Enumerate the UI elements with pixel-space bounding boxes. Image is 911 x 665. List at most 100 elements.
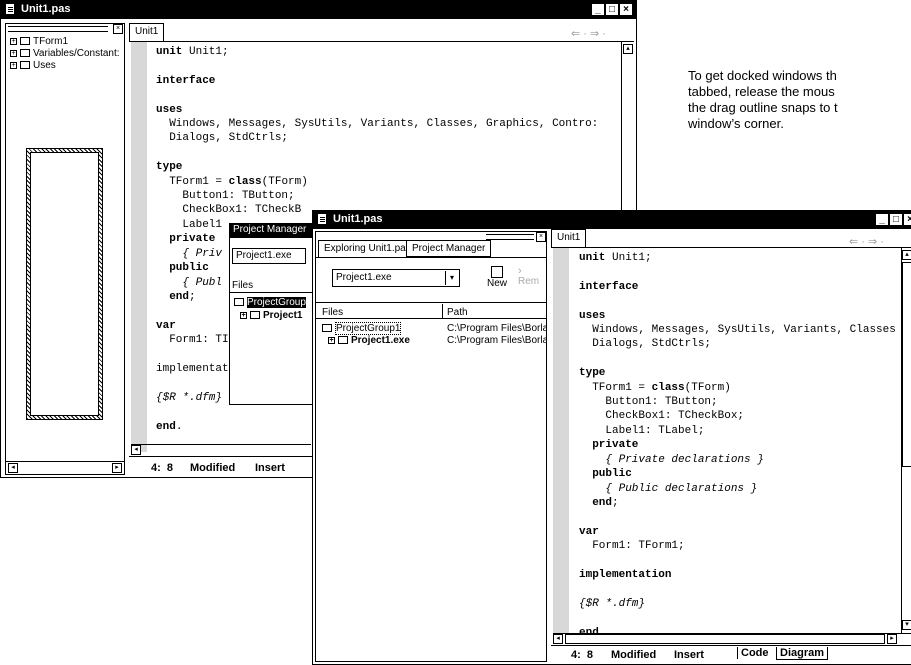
col-path-header[interactable]: Path — [447, 307, 468, 318]
code-line[interactable] — [579, 510, 896, 524]
code-line[interactable]: type — [579, 366, 896, 380]
code-line[interactable]: {$R *.dfm} — [579, 597, 896, 611]
tab-project-manager[interactable]: Project Manager — [406, 240, 492, 257]
pm-title-bar[interactable]: Project Manager — [230, 224, 320, 238]
scroll-left-icon[interactable]: ◂ — [8, 463, 18, 473]
project-combo[interactable]: Project1.exe ▾ — [332, 269, 460, 287]
scroll-up-icon[interactable]: ▴ — [902, 250, 911, 260]
code-line[interactable]: Dialogs, StdCtrls; — [156, 131, 598, 145]
scroll-left-icon[interactable]: ◂ — [553, 634, 563, 644]
code-line[interactable]: CheckBox1: TCheckBox; — [579, 409, 896, 423]
code-line[interactable] — [579, 352, 896, 366]
caption-line: window’s corner. — [688, 116, 784, 131]
maximize-button[interactable]: □ — [889, 213, 903, 226]
code-line[interactable]: public — [579, 467, 896, 481]
maximize-button[interactable]: □ — [605, 3, 619, 16]
code-line[interactable]: { Private declarations } — [579, 453, 896, 467]
front-status-position: 4: 8 — [571, 649, 594, 661]
code-line[interactable] — [579, 265, 896, 279]
code-line[interactable] — [579, 582, 896, 596]
pm-row-group[interactable]: ProjectGroup — [234, 297, 306, 308]
code-line[interactable] — [156, 59, 598, 73]
explorer-close-icon[interactable]: × — [113, 24, 123, 34]
back-nav-arrows[interactable]: ⇐ · ⇒ · — [571, 27, 606, 40]
code-line[interactable]: Button1: TButton; — [579, 395, 896, 409]
front-title-bar[interactable]: Unit1.pas _ □ × — [313, 211, 911, 229]
new-button[interactable]: New — [482, 266, 512, 289]
code-line[interactable]: interface — [156, 74, 598, 88]
scroll-up-icon[interactable]: ▴ — [623, 44, 633, 54]
tab-code[interactable]: Code — [737, 647, 772, 659]
row-name: Project1.exe — [351, 335, 410, 346]
tree-item-uses[interactable]: + Uses — [10, 60, 56, 71]
code-line[interactable]: var — [579, 525, 896, 539]
tab-exploring[interactable]: Exploring Unit1.pas — [318, 240, 417, 257]
tab-diagram[interactable]: Diagram — [776, 647, 829, 660]
code-line[interactable]: unit Unit1; — [579, 251, 896, 265]
pm-row-project1[interactable]: + Project1.exe — [328, 335, 410, 346]
tree-item-tform1[interactable]: + TForm1 — [10, 36, 68, 47]
expand-icon[interactable]: + — [10, 37, 17, 45]
hscroll-thumb[interactable] — [565, 634, 885, 644]
expand-icon[interactable]: + — [10, 61, 17, 69]
code-line[interactable]: end; — [579, 496, 896, 510]
scroll-down-icon[interactable]: ▾ — [902, 620, 911, 630]
code-line[interactable]: { Public declarations } — [579, 482, 896, 496]
explorer-grip[interactable] — [8, 26, 108, 32]
pane-grip[interactable] — [486, 234, 534, 240]
front-code[interactable]: unit Unit1; interface uses Windows, Mess… — [579, 251, 896, 640]
close-button[interactable]: × — [619, 3, 633, 16]
code-line[interactable]: uses — [579, 309, 896, 323]
scroll-thumb[interactable] — [902, 262, 911, 467]
front-status-insert: Insert — [674, 649, 704, 661]
pm-combo[interactable]: Project1.exe — [232, 248, 306, 264]
code-line[interactable] — [156, 146, 598, 160]
code-line[interactable]: Button1: TButton; — [156, 189, 598, 203]
front-vscroll[interactable]: ▴ ▾ — [901, 248, 911, 633]
scroll-right-icon[interactable]: ▸ — [887, 634, 897, 644]
code-line[interactable]: type — [156, 160, 598, 174]
code-line[interactable]: unit Unit1; — [156, 45, 598, 59]
pm-row-projectgroup1[interactable]: ProjectGroup1 — [322, 322, 402, 335]
back-title-bar[interactable]: Unit1.pas _ □ × — [1, 1, 636, 19]
chevron-right-icon: › — [518, 266, 522, 277]
code-line[interactable]: Label1: TLabel; — [579, 424, 896, 438]
scroll-right-icon[interactable]: ▸ — [112, 463, 122, 473]
code-line[interactable]: Dialogs, StdCtrls; — [579, 337, 896, 351]
code-line[interactable] — [579, 554, 896, 568]
minimize-button[interactable]: _ — [875, 213, 889, 226]
minimize-button[interactable]: _ — [591, 3, 605, 16]
close-button[interactable]: × — [903, 213, 911, 226]
scroll-left-icon[interactable]: ◂ — [131, 445, 141, 455]
back-editor-tab[interactable]: Unit1 — [129, 23, 165, 41]
pm-row-project[interactable]: + Project1 — [240, 310, 302, 321]
expand-icon[interactable]: + — [240, 311, 247, 319]
chevron-down-icon[interactable]: ▾ — [445, 271, 458, 285]
back-status-position: 4: 8 — [151, 462, 174, 474]
code-line[interactable]: private — [579, 438, 896, 452]
code-line[interactable]: uses — [156, 103, 598, 117]
front-hscroll[interactable]: ◂ ▸ — [553, 633, 911, 645]
explorer-hscroll[interactable]: ◂ ▸ — [6, 461, 124, 474]
col-files-header[interactable]: Files — [322, 307, 343, 318]
code-line[interactable]: Windows, Messages, SysUtils, Variants, C… — [579, 323, 896, 337]
remove-button[interactable]: › Rem — [518, 266, 546, 287]
front-editor-tab[interactable]: Unit1 — [551, 229, 587, 247]
tree-item-variables[interactable]: + Variables/Constant: — [10, 48, 120, 59]
code-line[interactable]: TForm1 = class(TForm) — [579, 381, 896, 395]
back-hscroll[interactable]: ◂ — [131, 444, 311, 456]
code-line[interactable]: interface — [579, 280, 896, 294]
document-icon — [5, 3, 15, 15]
expand-icon[interactable]: + — [10, 49, 17, 57]
code-line[interactable]: Form1: TForm1; — [579, 539, 896, 553]
drag-outline-inner — [30, 152, 99, 416]
code-line[interactable] — [579, 611, 896, 625]
code-line[interactable]: Windows, Messages, SysUtils, Variants, C… — [156, 117, 598, 131]
code-line[interactable] — [579, 294, 896, 308]
pane-close-icon[interactable]: × — [536, 232, 546, 242]
back-window-title: Unit1.pas — [21, 3, 71, 15]
code-line[interactable]: TForm1 = class(TForm) — [156, 175, 598, 189]
expand-icon[interactable]: + — [328, 336, 335, 344]
code-line[interactable] — [156, 88, 598, 102]
code-line[interactable]: implementation — [579, 568, 896, 582]
